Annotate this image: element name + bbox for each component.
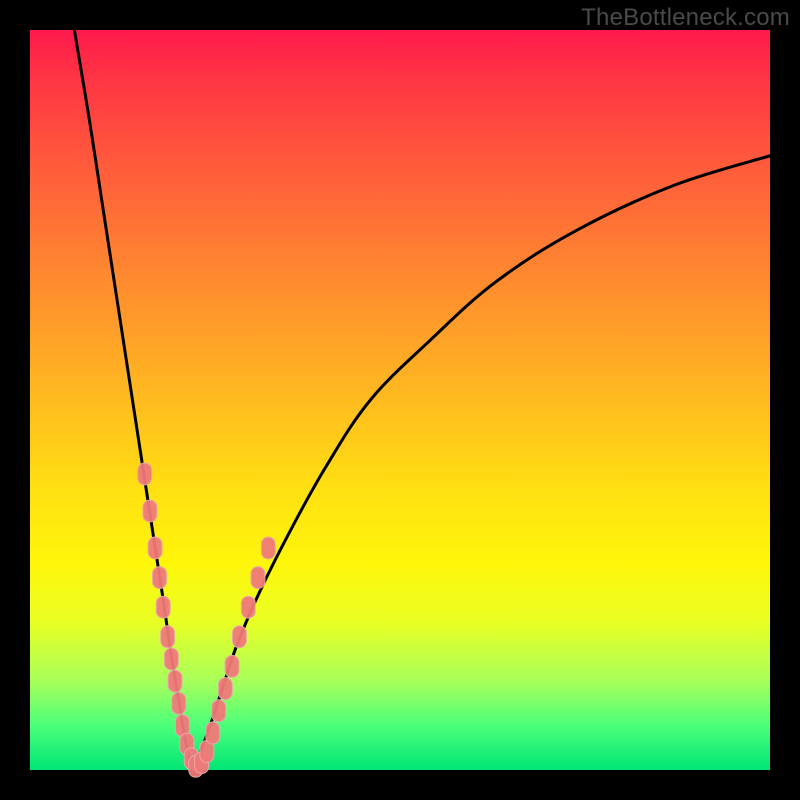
plot-area [30, 30, 770, 770]
curve-right-branch [193, 156, 770, 770]
chart-svg [30, 30, 770, 770]
marker-point [153, 567, 167, 589]
marker-point [251, 567, 265, 589]
chart-frame: TheBottleneck.com [0, 0, 800, 800]
marker-point [261, 537, 275, 559]
marker-point [212, 700, 226, 722]
marker-point [161, 626, 175, 648]
marker-point [164, 648, 178, 670]
marker-point [218, 678, 232, 700]
marker-point [206, 722, 220, 744]
marker-point [241, 596, 255, 618]
marker-point [232, 626, 246, 648]
marker-point [225, 655, 239, 677]
marker-point [172, 692, 186, 714]
marker-point [143, 500, 157, 522]
marker-layer [138, 463, 276, 777]
watermark-text: TheBottleneck.com [581, 4, 790, 32]
marker-point [148, 537, 162, 559]
marker-point [138, 463, 152, 485]
marker-point [168, 670, 182, 692]
marker-point [156, 596, 170, 618]
